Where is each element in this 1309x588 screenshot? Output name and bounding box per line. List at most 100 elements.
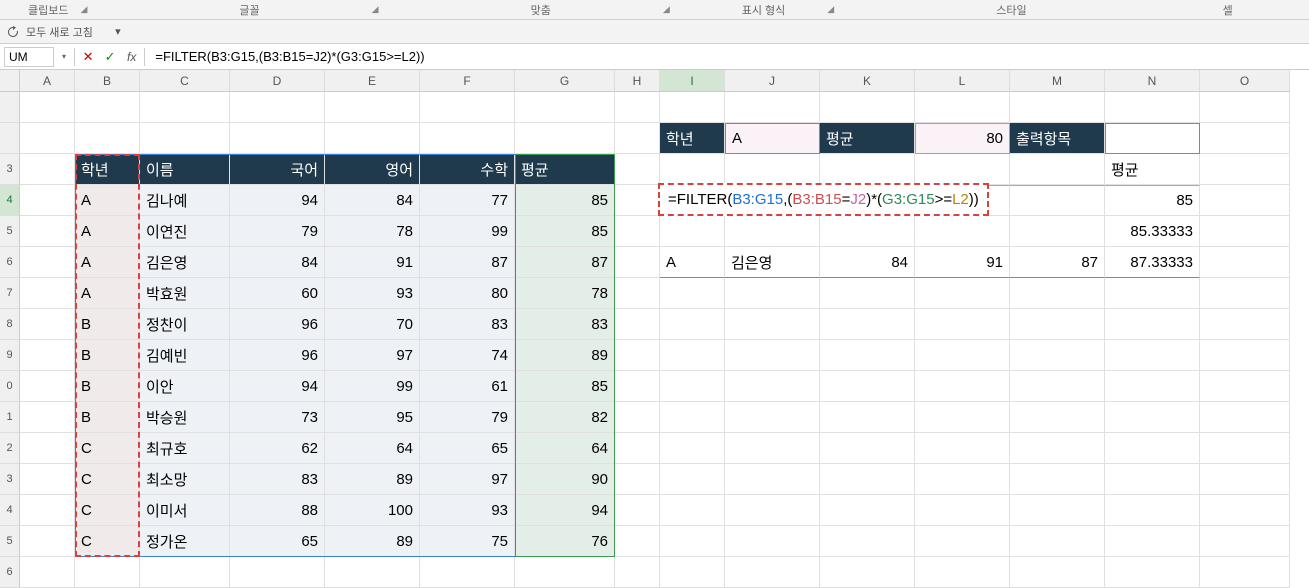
cell[interactable] (1200, 185, 1290, 216)
cell[interactable] (820, 216, 915, 247)
cell[interactable]: 76 (515, 526, 615, 557)
cell[interactable] (75, 557, 140, 588)
cell[interactable]: 79 (230, 216, 325, 247)
cell[interactable] (615, 185, 660, 216)
cell[interactable] (1105, 495, 1200, 526)
column-header[interactable]: I (660, 70, 725, 91)
cell[interactable] (660, 433, 725, 464)
cell[interactable] (1105, 526, 1200, 557)
cell[interactable]: 70 (325, 309, 420, 340)
cell[interactable] (725, 216, 820, 247)
cell[interactable]: 89 (515, 340, 615, 371)
cell[interactable] (20, 92, 75, 123)
formula-edit-overlay[interactable]: =FILTER(B3:G15,(B3:B15=J2)*(G3:G15>=L2)) (658, 183, 989, 216)
cell[interactable]: 79 (420, 402, 515, 433)
row-header[interactable]: 0 (0, 371, 20, 402)
cell[interactable] (915, 340, 1010, 371)
cell[interactable]: B (75, 309, 140, 340)
cell[interactable] (420, 92, 515, 123)
cell[interactable]: 이름 (140, 154, 230, 185)
row-header[interactable]: 3 (0, 154, 20, 185)
cell[interactable] (1200, 92, 1290, 123)
cell[interactable]: 87 (515, 247, 615, 278)
cell[interactable] (660, 340, 725, 371)
cell[interactable] (20, 340, 75, 371)
cell[interactable]: 최소망 (140, 464, 230, 495)
cell[interactable] (615, 340, 660, 371)
formula-input[interactable] (149, 47, 1305, 66)
cell[interactable]: 99 (420, 216, 515, 247)
cell[interactable] (615, 526, 660, 557)
cell[interactable]: 60 (230, 278, 325, 309)
dialog-launcher-icon[interactable]: ◢ (368, 4, 383, 15)
cell[interactable] (1200, 123, 1290, 154)
row-header[interactable]: 7 (0, 278, 20, 309)
cell[interactable]: A (75, 278, 140, 309)
cell[interactable]: 85 (1105, 185, 1200, 216)
cell[interactable] (1105, 340, 1200, 371)
cell[interactable] (20, 309, 75, 340)
cell[interactable] (420, 557, 515, 588)
cell[interactable] (660, 309, 725, 340)
cell[interactable]: 이연진 (140, 216, 230, 247)
cell[interactable]: 89 (325, 526, 420, 557)
cell[interactable]: 97 (420, 464, 515, 495)
cell[interactable] (725, 526, 820, 557)
cell[interactable]: 김예빈 (140, 340, 230, 371)
cell[interactable] (725, 464, 820, 495)
cell[interactable] (20, 557, 75, 588)
cell[interactable] (820, 92, 915, 123)
cell[interactable] (915, 154, 1010, 185)
cell[interactable] (140, 123, 230, 154)
cell[interactable]: 83 (230, 464, 325, 495)
column-header[interactable]: B (75, 70, 140, 91)
cell[interactable] (1010, 340, 1105, 371)
cell[interactable] (660, 526, 725, 557)
cell[interactable] (1200, 526, 1290, 557)
cell[interactable] (1105, 433, 1200, 464)
cell[interactable] (515, 123, 615, 154)
cell[interactable] (615, 92, 660, 123)
row-header[interactable]: 5 (0, 216, 20, 247)
row-header[interactable] (0, 123, 20, 154)
cell[interactable] (230, 92, 325, 123)
cell[interactable] (915, 371, 1010, 402)
cell[interactable]: 94 (230, 185, 325, 216)
cell[interactable]: 83 (515, 309, 615, 340)
cell[interactable] (20, 123, 75, 154)
cell[interactable] (615, 278, 660, 309)
cell[interactable] (1010, 154, 1105, 185)
cell[interactable] (660, 278, 725, 309)
cell[interactable] (1105, 92, 1200, 123)
cell[interactable] (1010, 402, 1105, 433)
cell[interactable]: 62 (230, 433, 325, 464)
refresh-icon[interactable] (6, 25, 20, 39)
cell[interactable]: 수학 (420, 154, 515, 185)
cell[interactable]: 95 (325, 402, 420, 433)
cell[interactable] (615, 557, 660, 588)
cell[interactable] (915, 92, 1010, 123)
row-header[interactable]: 1 (0, 402, 20, 433)
cell[interactable]: 80 (420, 278, 515, 309)
cell[interactable] (20, 433, 75, 464)
cell[interactable]: 84 (230, 247, 325, 278)
column-header[interactable]: F (420, 70, 515, 91)
cell[interactable] (660, 402, 725, 433)
cell[interactable] (1010, 371, 1105, 402)
cell[interactable]: C (75, 495, 140, 526)
cell[interactable] (20, 185, 75, 216)
cells[interactable]: 학년A평균80출력항목학년이름국어영어수학평균평균A김나예9484778585A… (20, 92, 1290, 588)
cell[interactable]: 73 (230, 402, 325, 433)
cell[interactable] (325, 557, 420, 588)
cell[interactable]: C (75, 464, 140, 495)
cell[interactable]: B (75, 340, 140, 371)
cell[interactable] (1200, 309, 1290, 340)
cell[interactable] (915, 464, 1010, 495)
cell[interactable] (615, 464, 660, 495)
cell[interactable]: 84 (325, 185, 420, 216)
cell[interactable]: 평균 (820, 123, 915, 154)
cell[interactable]: 78 (515, 278, 615, 309)
cell[interactable] (660, 371, 725, 402)
cell[interactable] (420, 123, 515, 154)
cell[interactable] (915, 216, 1010, 247)
